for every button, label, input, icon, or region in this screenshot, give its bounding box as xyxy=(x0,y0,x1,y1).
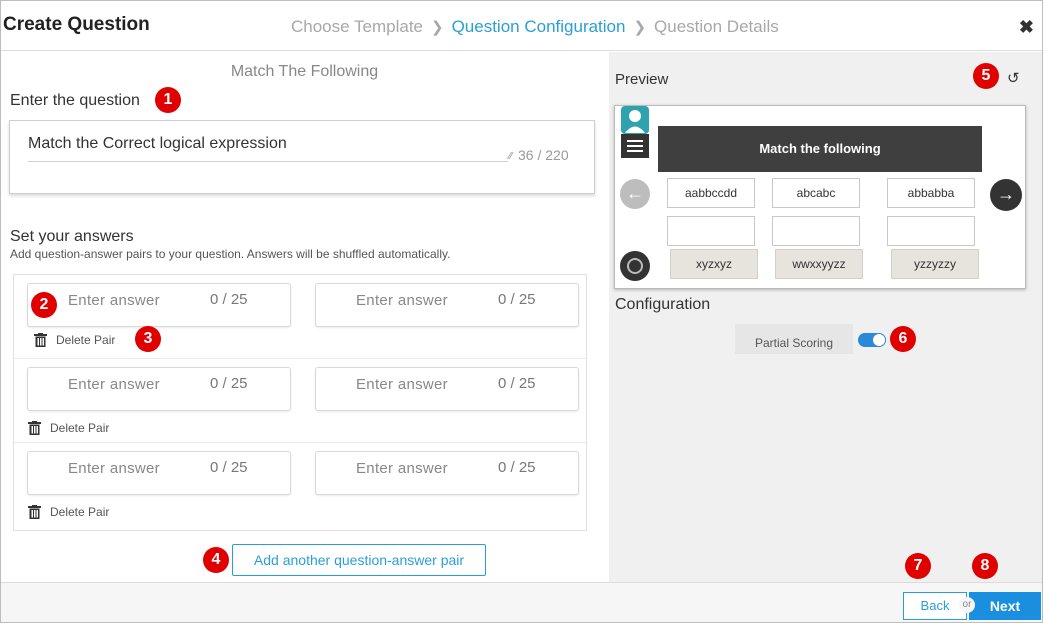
preview-frame: Match the following ← → aabbccdd abcabc … xyxy=(614,105,1026,289)
resize-handle-icon[interactable]: ⁄⁄ xyxy=(509,151,512,162)
preview-answer-chip[interactable]: xyzxyz xyxy=(670,249,758,279)
question-input-box[interactable]: Match the Correct logical expression ⁄⁄ … xyxy=(9,120,595,194)
answer-input-left[interactable]: Enter answer 0 / 25 xyxy=(27,283,291,327)
avatar-icon xyxy=(621,106,649,134)
wizard-steps: Choose Template ❯ Question Configuration… xyxy=(291,17,779,37)
trash-icon xyxy=(34,333,47,347)
marker-3: 3 xyxy=(135,326,161,352)
question-input[interactable]: Match the Correct logical expression xyxy=(28,135,508,162)
answer-placeholder: Enter answer xyxy=(356,292,448,309)
arrow-right-icon[interactable]: → xyxy=(990,179,1022,211)
enter-question-label: Enter the question xyxy=(10,92,140,109)
question-editor-panel: Match The Following Enter the question 1… xyxy=(1,52,608,582)
preview-panel: Preview 5 ↺ Match the following ← → aabb… xyxy=(609,52,1042,582)
back-button[interactable]: Back xyxy=(903,592,967,620)
preview-answer-chip[interactable]: yzzyzzy xyxy=(891,249,979,279)
answer-pair: Enter answer 0 / 25 Enter answer 0 / 25 … xyxy=(14,359,586,443)
dialog-title: Create Question xyxy=(3,14,150,35)
delete-pair-label: Delete Pair xyxy=(50,421,110,435)
step-question-details[interactable]: Question Details xyxy=(654,17,779,37)
reset-icon[interactable]: ↺ xyxy=(1007,69,1020,87)
partial-scoring-toggle[interactable] xyxy=(858,333,886,347)
answer-placeholder: Enter answer xyxy=(356,376,448,393)
marker-7: 7 xyxy=(905,553,931,579)
answer-pair: Enter answer 0 / 25 Enter answer 0 / 25 … xyxy=(14,443,586,527)
set-answers-label: Set your answers xyxy=(10,228,134,245)
add-pair-button[interactable]: Add another question-answer pair xyxy=(232,544,486,576)
answer-input-right[interactable]: Enter answer 0 / 25 xyxy=(315,451,579,495)
preview-top-cell[interactable]: abbabba xyxy=(887,178,975,208)
answer-placeholder: Enter answer xyxy=(68,292,160,309)
answer-char-count: 0 / 25 xyxy=(210,375,248,392)
chevron-right-icon: ❯ xyxy=(633,19,647,36)
preview-label: Preview xyxy=(615,71,669,88)
dialog-header: Create Question Choose Template ❯ Questi… xyxy=(1,1,1042,51)
answer-placeholder: Enter answer xyxy=(68,460,160,477)
chevron-right-icon: ❯ xyxy=(431,19,444,36)
answer-input-right[interactable]: Enter answer 0 / 25 xyxy=(315,367,579,411)
answer-char-count: 0 / 25 xyxy=(498,375,536,392)
marker-8: 8 xyxy=(972,553,998,579)
marker-1: 1 xyxy=(155,87,181,113)
question-char-count: 36 / 220 xyxy=(518,147,569,163)
delete-pair-label: Delete Pair xyxy=(50,505,110,519)
marker-6: 6 xyxy=(890,326,916,352)
answer-input-left[interactable]: Enter answer 0 / 25 xyxy=(27,367,291,411)
marker-2: 2 xyxy=(31,292,57,318)
marker-5: 5 xyxy=(973,63,999,89)
answer-char-count: 0 / 25 xyxy=(210,291,248,308)
audio-icon[interactable] xyxy=(620,251,650,281)
trash-icon xyxy=(28,505,41,519)
delete-pair-button[interactable]: Delete Pair xyxy=(34,333,115,347)
arrow-left-icon[interactable]: ← xyxy=(620,179,650,209)
delete-pair-button[interactable]: Delete Pair xyxy=(28,421,109,435)
preview-title: Match the following xyxy=(658,126,982,172)
or-divider: or xyxy=(959,597,975,613)
delete-pair-button[interactable]: Delete Pair xyxy=(28,505,109,519)
answer-char-count: 0 / 25 xyxy=(498,291,536,308)
question-type-label: Match The Following xyxy=(230,63,379,80)
answer-char-count: 0 / 25 xyxy=(498,459,536,476)
preview-answer-chip[interactable]: wwxxyyzz xyxy=(775,249,863,279)
preview-top-cell[interactable]: aabbccdd xyxy=(667,178,755,208)
answer-input-left[interactable]: Enter answer 0 / 25 xyxy=(27,451,291,495)
preview-top-cell[interactable]: abcabc xyxy=(772,178,860,208)
preview-drop-slot[interactable] xyxy=(667,216,755,246)
partial-scoring-label: Partial Scoring xyxy=(735,324,853,354)
preview-drop-slot[interactable] xyxy=(887,216,975,246)
trash-icon xyxy=(28,421,41,435)
answer-pair: Enter answer 0 / 25 Enter answer 0 / 25 … xyxy=(14,275,586,359)
marker-4: 4 xyxy=(203,547,229,573)
answer-input-right[interactable]: Enter answer 0 / 25 xyxy=(315,283,579,327)
answer-placeholder: Enter answer xyxy=(68,376,160,393)
answers-hint: Add question-answer pairs to your questi… xyxy=(10,247,451,261)
configuration-label: Configuration xyxy=(615,296,711,313)
create-question-dialog: Create Question Choose Template ❯ Questi… xyxy=(0,0,1043,623)
dialog-footer: Back Next or xyxy=(1,582,1042,622)
step-choose-template[interactable]: Choose Template xyxy=(291,17,423,37)
answer-pairs-list: Enter answer 0 / 25 Enter answer 0 / 25 … xyxy=(13,274,587,531)
delete-pair-label: Delete Pair xyxy=(56,333,116,347)
answer-char-count: 0 / 25 xyxy=(210,459,248,476)
answer-placeholder: Enter answer xyxy=(356,460,448,477)
next-button[interactable]: Next xyxy=(969,592,1041,620)
menu-icon[interactable] xyxy=(621,134,649,158)
step-question-configuration[interactable]: Question Configuration xyxy=(452,17,626,37)
preview-drop-slot[interactable] xyxy=(772,216,860,246)
close-icon[interactable]: ✖ xyxy=(1019,17,1034,38)
